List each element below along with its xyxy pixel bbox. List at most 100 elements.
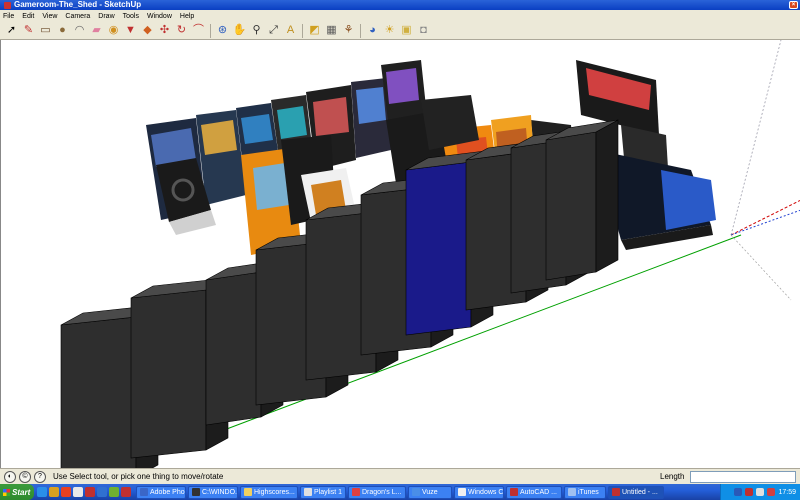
main-toolbar: ➚ ✎ ▭ ● ◠ ▰ ◉ ▼ ◆ ✣ ↻ ⌒ ⊛ ✋ ⚲ ⤢ A ◩ ▦ ⚘ ◕ ☀ ▣ ◘ xyxy=(0,22,800,40)
menu-draw[interactable]: Draw xyxy=(98,13,114,20)
look-around-icon[interactable]: ◕ xyxy=(365,23,380,38)
tray-icon[interactable] xyxy=(734,488,743,496)
length-input[interactable] xyxy=(690,471,796,483)
quick-launch-icon[interactable] xyxy=(109,487,119,497)
quick-launch-icon[interactable] xyxy=(61,487,71,497)
sketchup-app-icon xyxy=(4,1,11,9)
vertical-axis xyxy=(730,40,782,236)
credits-icon[interactable]: © xyxy=(19,470,31,483)
menu-camera[interactable]: Camera xyxy=(65,13,90,20)
shadows-icon[interactable]: ☀ xyxy=(382,23,397,38)
start-button[interactable]: Start xyxy=(0,484,34,500)
toolbar-separator xyxy=(302,23,303,38)
taskbar-app-icon xyxy=(612,488,620,496)
taskbar-app-icon xyxy=(352,488,360,496)
eraser-icon[interactable]: ▰ xyxy=(89,23,104,38)
taskbar-button-label: Highscores... xyxy=(254,488,295,496)
quick-launch-icon[interactable] xyxy=(49,487,59,497)
taskbar-button[interactable]: iTunes xyxy=(564,485,606,499)
taskbar-button-label: Vuze xyxy=(422,488,438,496)
menu-tools[interactable]: Tools xyxy=(123,13,139,20)
windows-flag-icon xyxy=(3,488,10,496)
start-label: Start xyxy=(12,487,31,497)
menu-bar: File Edit View Camera Draw Tools Window Help xyxy=(0,10,800,22)
tape-measure-icon[interactable]: ◉ xyxy=(106,23,121,38)
rectangle-icon[interactable]: ▭ xyxy=(38,23,53,38)
taskbar-button[interactable]: Windows C... xyxy=(454,485,504,499)
zoom-extents-icon[interactable]: ⤢ xyxy=(266,23,281,38)
components-icon[interactable]: ▦ xyxy=(324,23,339,38)
push-pull-icon[interactable]: ◆ xyxy=(140,23,155,38)
taskbar-app-icon xyxy=(510,488,518,496)
menu-window[interactable]: Window xyxy=(147,13,172,20)
section-plane-icon[interactable]: ◩ xyxy=(307,23,322,38)
taskbar-app-icon xyxy=(244,488,252,496)
taskbar-button[interactable]: Dragon's L... xyxy=(348,485,406,499)
taskbar-app-icon xyxy=(192,488,200,496)
window-title: Gameroom-The_Shed - SketchUp xyxy=(14,0,142,9)
title-bar: Gameroom-The_Shed - SketchUp × xyxy=(0,0,800,10)
taskbar-button[interactable]: Highscores... xyxy=(240,485,298,499)
system-tray: 17:59 xyxy=(720,484,800,500)
walk-icon[interactable]: ⚘ xyxy=(341,23,356,38)
menu-help[interactable]: Help xyxy=(180,13,194,20)
tray-icon[interactable] xyxy=(767,488,776,496)
taskbar-button-label: Playlist 1 xyxy=(314,488,343,496)
move-icon[interactable]: ✣ xyxy=(157,23,172,38)
paint-bucket-icon[interactable]: ▼ xyxy=(123,23,138,38)
quick-launch-icon[interactable] xyxy=(121,487,131,497)
tray-icon[interactable] xyxy=(745,488,754,496)
fog-icon[interactable]: ▣ xyxy=(399,23,414,38)
menu-edit[interactable]: Edit xyxy=(22,13,34,20)
quick-launch-icon[interactable] xyxy=(97,487,107,497)
taskbar: Start Adobe Pho... C:\WINDO... Highscores.… xyxy=(0,484,800,500)
tray-icon[interactable] xyxy=(756,488,765,496)
blue-axis xyxy=(730,209,800,236)
quick-launch-icon[interactable] xyxy=(85,487,95,497)
menu-view[interactable]: View xyxy=(42,13,57,20)
text-tag-icon[interactable]: A xyxy=(283,23,298,38)
quick-launch-icon[interactable] xyxy=(37,487,47,497)
zoom-icon[interactable]: ⚲ xyxy=(249,23,264,38)
taskbar-button[interactable]: Vuze xyxy=(408,485,452,499)
quick-launch xyxy=(34,487,134,497)
taskbar-button[interactable]: Untitled - ... xyxy=(608,485,664,499)
taskbar-button[interactable]: Adobe Pho... xyxy=(136,485,186,499)
3d-viewport[interactable] xyxy=(0,40,800,468)
clock: 17:59 xyxy=(778,488,796,496)
taskbar-button-label: iTunes xyxy=(578,488,599,496)
taskbar-button-label: Adobe Pho... xyxy=(150,488,185,496)
close-window-button[interactable]: × xyxy=(789,1,798,9)
status-message: Use Select tool, or pick one thing to mo… xyxy=(53,472,224,481)
taskbar-button[interactable]: AutoCAD ... xyxy=(506,485,562,499)
toolbar-separator xyxy=(210,23,211,38)
toolbar-separator xyxy=(360,23,361,38)
help-icon[interactable]: ? xyxy=(34,470,46,483)
taskbar-app-icon xyxy=(140,488,148,496)
follow-me-icon[interactable]: ⌒ xyxy=(191,23,206,38)
taskbar-button-label: AutoCAD ... xyxy=(520,488,557,496)
arc-icon[interactable]: ◠ xyxy=(72,23,87,38)
circle-icon[interactable]: ● xyxy=(55,23,70,38)
select-arrow-icon[interactable]: ➚ xyxy=(4,23,19,38)
orbit-icon[interactable]: ⊛ xyxy=(215,23,230,38)
quick-launch-icon[interactable] xyxy=(73,487,83,497)
materials-icon[interactable]: ◘ xyxy=(416,23,431,38)
line-pencil-icon[interactable]: ✎ xyxy=(21,23,36,38)
gameroom-model[interactable] xyxy=(1,40,800,468)
taskbar-button-label: Windows C... xyxy=(468,488,504,496)
taskbar-app-icon xyxy=(458,488,466,496)
task-buttons: Adobe Pho... C:\WINDO... Highscores... Play… xyxy=(134,485,664,499)
taskbar-button[interactable]: Playlist 1 xyxy=(300,485,346,499)
taskbar-button-label: Dragon's L... xyxy=(362,488,402,496)
taskbar-app-icon xyxy=(304,488,312,496)
taskbar-button-label: C:\WINDO... xyxy=(202,488,238,496)
pan-hand-icon[interactable]: ✋ xyxy=(232,23,247,38)
menu-file[interactable]: File xyxy=(3,13,14,20)
taskbar-button[interactable]: C:\WINDO... xyxy=(188,485,238,499)
geo-location-icon[interactable]: ◐ xyxy=(4,470,16,483)
length-label: Length xyxy=(660,472,685,481)
rotate-icon[interactable]: ↻ xyxy=(174,23,189,38)
sketchup-window: Gameroom-The_Shed - SketchUp × File Edit V… xyxy=(0,0,800,500)
status-bar: ◐ © ? Use Select tool, or pick one thing… xyxy=(0,468,800,484)
